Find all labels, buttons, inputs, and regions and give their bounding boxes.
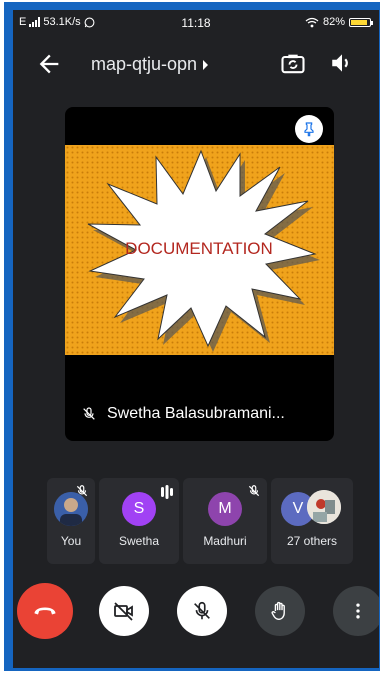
speaker-icon xyxy=(332,54,348,72)
camera-off-icon xyxy=(114,602,133,621)
mic-off-icon xyxy=(83,407,95,420)
more-options-icon xyxy=(356,603,360,619)
end-call-icon xyxy=(34,607,56,615)
chevron-right-icon xyxy=(203,59,209,70)
back-button[interactable] xyxy=(35,50,63,78)
call-controls xyxy=(13,580,379,650)
switch-camera-button[interactable] xyxy=(279,50,307,78)
participant-tile-you[interactable]: You xyxy=(47,478,95,564)
mic-toggle-button[interactable] xyxy=(177,586,227,636)
presentation-tile[interactable]: DOCUMENTATION Swetha Balasubramani... xyxy=(65,107,334,441)
battery-icon xyxy=(349,17,373,27)
avatar: M xyxy=(208,492,242,526)
end-call-button[interactable] xyxy=(17,583,73,639)
raise-hand-button[interactable] xyxy=(255,586,305,636)
participant-label: Swetha xyxy=(118,534,160,548)
meeting-title[interactable]: map-qtju-opn xyxy=(91,54,209,75)
raise-hand-icon xyxy=(271,601,285,620)
battery-percent: 82% xyxy=(322,16,345,28)
audio-output-button[interactable] xyxy=(329,50,357,78)
pin-icon xyxy=(304,122,314,137)
mic-off-icon xyxy=(248,485,260,497)
avatar: S xyxy=(122,492,156,526)
meet-screen: E 53.1K/s 11:18 82% map-qtju-opn DOCUMEN… xyxy=(13,10,379,668)
participant-tile-swetha[interactable]: S Swetha xyxy=(99,478,179,564)
clock: 11:18 xyxy=(181,16,211,30)
avatar xyxy=(307,490,341,524)
shared-screen-image: DOCUMENTATION xyxy=(65,145,334,355)
participant-tile-madhuri[interactable]: M Madhuri xyxy=(183,478,267,564)
camera-toggle-button[interactable] xyxy=(99,586,149,636)
meeting-code: map-qtju-opn xyxy=(91,54,198,74)
back-arrow-icon xyxy=(39,54,59,74)
participants-strip: You S Swetha M Madhuri V 27 others xyxy=(13,478,379,568)
meeting-header: map-qtju-opn xyxy=(13,40,379,88)
participant-label: 27 others xyxy=(286,534,338,548)
user-photo-icon xyxy=(307,490,341,524)
more-options-button[interactable] xyxy=(333,586,379,636)
switch-camera-icon xyxy=(281,54,305,74)
participant-label: Madhuri xyxy=(203,534,247,548)
presenter-name: Swetha Balasubramani... xyxy=(107,405,285,422)
presenter-name-row: Swetha Balasubramani... xyxy=(81,405,285,423)
documentation-text: DOCUMENTATION xyxy=(125,239,273,258)
status-bar: E 53.1K/s 11:18 82% xyxy=(13,10,379,36)
mic-off-icon xyxy=(194,601,210,620)
mic-off-icon xyxy=(76,485,88,497)
device-frame: E 53.1K/s 11:18 82% map-qtju-opn DOCUMEN… xyxy=(4,2,380,671)
participant-tile-others[interactable]: V 27 others xyxy=(271,478,353,564)
pin-button[interactable] xyxy=(295,115,323,143)
participant-label: You xyxy=(60,534,82,548)
speaking-indicator-icon xyxy=(161,485,173,499)
wifi-icon xyxy=(305,17,319,27)
